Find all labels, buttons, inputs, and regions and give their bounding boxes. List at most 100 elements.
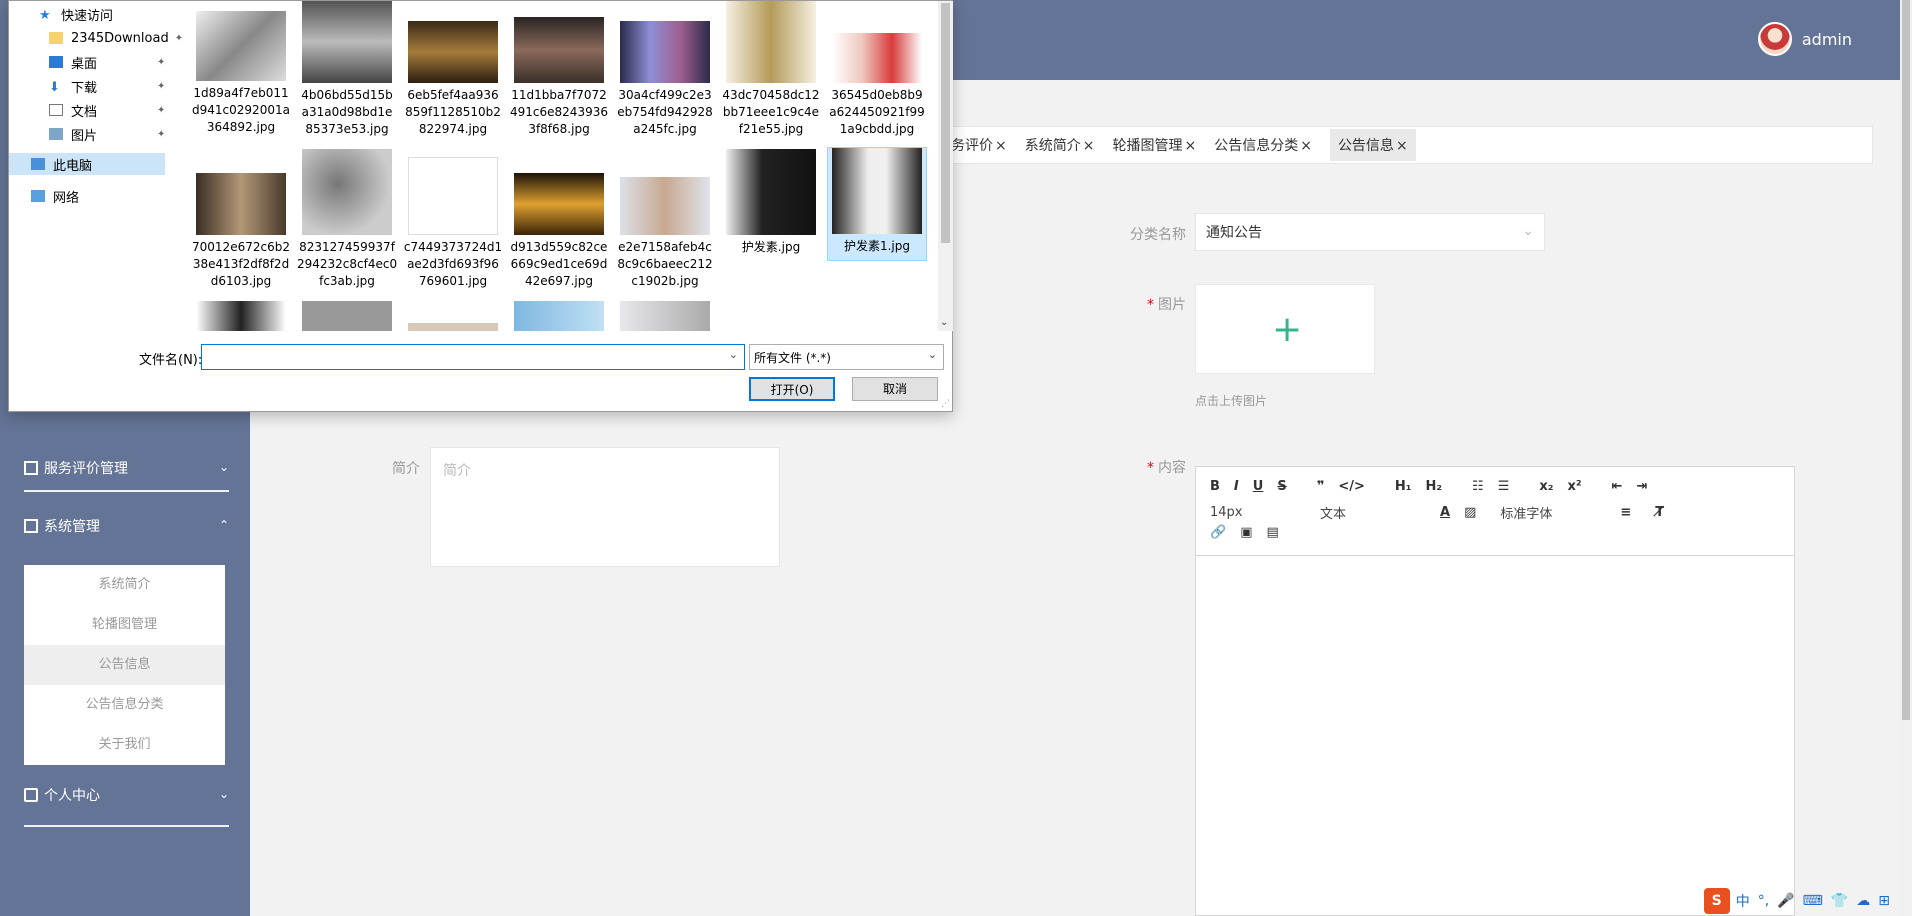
pin-icon: ✦ — [157, 128, 166, 140]
nav-pictures[interactable]: 图片 ✦ — [49, 123, 165, 145]
close-icon[interactable]: × — [1300, 138, 1312, 154]
file-item[interactable]: 1d89a4f7eb011 d941c0292001a 364892.jpg — [191, 11, 291, 136]
file-item[interactable]: 36545d0eb8b9 a624450921f99 1a9cbdd.jpg — [827, 33, 927, 138]
italic-button[interactable]: I — [1234, 479, 1239, 494]
tab-system-intro[interactable]: 系统简介 × — [1025, 135, 1095, 155]
align-icon[interactable]: ≡ — [1620, 505, 1631, 520]
bold-button[interactable]: B — [1210, 479, 1220, 494]
close-icon[interactable]: × — [1083, 138, 1095, 154]
h2-button[interactable]: H₂ — [1425, 479, 1442, 494]
skin-icon[interactable]: 👕 — [1831, 893, 1848, 909]
tab-notice[interactable]: 公告信息 × — [1329, 129, 1416, 161]
chart-icon — [24, 461, 38, 475]
font-size-select[interactable]: 14px — [1210, 505, 1320, 520]
file-item[interactable] — [191, 301, 291, 331]
scrollbar-thumb[interactable] — [941, 3, 950, 243]
tab-notice-category[interactable]: 公告信息分类 × — [1214, 135, 1312, 155]
open-button[interactable]: 打开(O) — [749, 377, 835, 401]
tab-service-review[interactable]: 务评价 × — [951, 135, 1007, 155]
menu-service-review[interactable]: 服务评价管理 ⌄ — [24, 448, 229, 488]
keyboard-icon[interactable]: ⌨ — [1803, 893, 1823, 909]
indent-button[interactable]: ⇥ — [1636, 479, 1647, 494]
dialog-scrollbar[interactable]: ⌄ — [938, 1, 953, 331]
nav-documents[interactable]: 文档 ✦ — [49, 99, 165, 121]
cloud-icon[interactable]: ☁ — [1856, 893, 1870, 909]
chevron-down-icon[interactable]: ⌄ — [729, 348, 738, 361]
file-item[interactable]: 11d1bba7f7072 491c6e8243936 3f8f68.jpg — [509, 17, 609, 138]
code-button[interactable]: </> — [1338, 479, 1365, 494]
file-thumbnail — [408, 157, 498, 235]
menu-personal-center[interactable]: 个人中心 ⌄ — [24, 775, 229, 815]
user-menu[interactable]: admin — [1757, 22, 1852, 56]
link-icon[interactable]: 🔗 — [1210, 525, 1226, 540]
submenu-about[interactable]: 关于我们 — [24, 725, 225, 765]
close-icon[interactable]: × — [1184, 138, 1196, 154]
nav-desktop[interactable]: 桌面 ✦ — [49, 51, 165, 73]
tab-carousel[interactable]: 轮播图管理 × — [1112, 135, 1196, 155]
ime-mode[interactable]: 中 — [1736, 891, 1750, 911]
nav-network[interactable]: 网络 — [31, 185, 79, 207]
ordered-list-button[interactable]: ☷ — [1472, 479, 1484, 494]
subscript-button[interactable]: x₂ — [1539, 479, 1553, 494]
file-item-selected[interactable]: 护发素1.jpg — [827, 147, 927, 261]
superscript-button[interactable]: x² — [1567, 479, 1581, 494]
pin-icon: ✦ — [157, 104, 166, 116]
text-type-select[interactable]: 文本 — [1320, 503, 1440, 522]
menu-system[interactable]: 系统管理 ⌃ — [24, 506, 229, 546]
file-item[interactable] — [297, 301, 397, 331]
nav-this-pc[interactable]: 此电脑 — [9, 153, 165, 175]
ime-logo-icon[interactable]: S — [1703, 888, 1730, 914]
page-scrollbar[interactable] — [1900, 0, 1912, 916]
file-item[interactable]: d913d559c82ce 669c9ed1ce69d 42e697.jpg — [509, 173, 609, 290]
bullet-list-button[interactable]: ☰ — [1498, 479, 1510, 494]
file-item[interactable]: 4b06bd55d15b a31a0d98bd1e 85373e53.jpg — [297, 1, 397, 138]
file-item[interactable]: e2e7158afeb4c 8c9c6baeec212 c1902b.jpg — [615, 177, 715, 290]
file-item[interactable]: 823127459937f 294232c8cf4ec0 fc3ab.jpg — [297, 149, 397, 290]
scroll-down-icon[interactable]: ⌄ — [940, 317, 948, 328]
image-icon[interactable]: ▣ — [1240, 525, 1252, 540]
filetype-select[interactable]: 所有文件 (*.*) ⌄ — [749, 344, 944, 370]
strike-button[interactable]: S — [1277, 479, 1286, 494]
submenu-system-intro[interactable]: 系统简介 — [24, 565, 225, 605]
avatar[interactable] — [1757, 22, 1792, 56]
nav-quick-access[interactable]: ★ 快速访问 — [39, 3, 113, 25]
video-icon[interactable]: ▤ — [1266, 525, 1278, 540]
background-color-icon[interactable]: ▨ — [1464, 505, 1476, 520]
submenu-notice[interactable]: 公告信息 — [24, 645, 225, 685]
file-item[interactable]: 43dc70458dc12 bb71eee1c9c4e f21e55.jpg — [721, 1, 821, 138]
clear-format-icon[interactable]: T̸ — [1655, 505, 1664, 520]
file-item[interactable]: 护发素.jpg — [721, 149, 821, 256]
h1-button[interactable]: H₁ — [1395, 479, 1412, 494]
font-family-select[interactable]: 标准字体 — [1500, 503, 1620, 522]
submenu-carousel[interactable]: 轮播图管理 — [24, 605, 225, 645]
file-thumbnail — [514, 301, 604, 331]
category-select[interactable]: 通知公告 ⌄ — [1195, 213, 1545, 251]
editor-content-area[interactable] — [1196, 555, 1794, 915]
font-color-icon[interactable]: A — [1440, 505, 1450, 520]
file-item[interactable]: 6eb5fef4aa936 859f1128510b2 822974.jpg — [403, 21, 503, 138]
resize-grip-icon[interactable]: ⋰ — [941, 399, 950, 409]
quote-button[interactable]: ❞ — [1317, 479, 1325, 494]
scrollbar-thumb[interactable] — [1902, 0, 1910, 720]
close-icon[interactable]: × — [995, 138, 1007, 154]
file-item[interactable]: c7449373724d1 ae2d3fd693f96 769601.jpg — [403, 157, 503, 290]
submenu-notice-category[interactable]: 公告信息分类 — [24, 685, 225, 725]
username[interactable]: admin — [1802, 30, 1852, 49]
ime-punctuation[interactable]: °, — [1758, 893, 1769, 909]
cancel-button[interactable]: 取消 — [852, 377, 938, 401]
close-icon[interactable]: × — [1396, 138, 1408, 154]
grid-icon[interactable]: ⊞ — [1878, 893, 1890, 909]
underline-button[interactable]: U — [1253, 479, 1264, 494]
nav-downloads[interactable]: ⬇ 下载 ✦ — [49, 75, 165, 97]
file-item[interactable] — [615, 301, 715, 331]
nav-2345download[interactable]: 2345Download ✦ — [49, 27, 183, 49]
summary-textarea[interactable]: 简介 — [430, 447, 780, 567]
filename-input[interactable]: ⌄ — [201, 344, 745, 370]
file-item[interactable] — [403, 323, 503, 331]
outdent-button[interactable]: ⇤ — [1612, 479, 1623, 494]
image-upload[interactable]: + — [1195, 284, 1375, 374]
file-item[interactable]: 30a4cf499c2e3 eb754fd942928 a245fc.jpg — [615, 21, 715, 138]
microphone-icon[interactable]: 🎤 — [1777, 893, 1794, 909]
file-item[interactable] — [509, 301, 609, 331]
file-item[interactable]: 70012e672c6b2 38e413f2df8f2d d6103.jpg — [191, 173, 291, 290]
